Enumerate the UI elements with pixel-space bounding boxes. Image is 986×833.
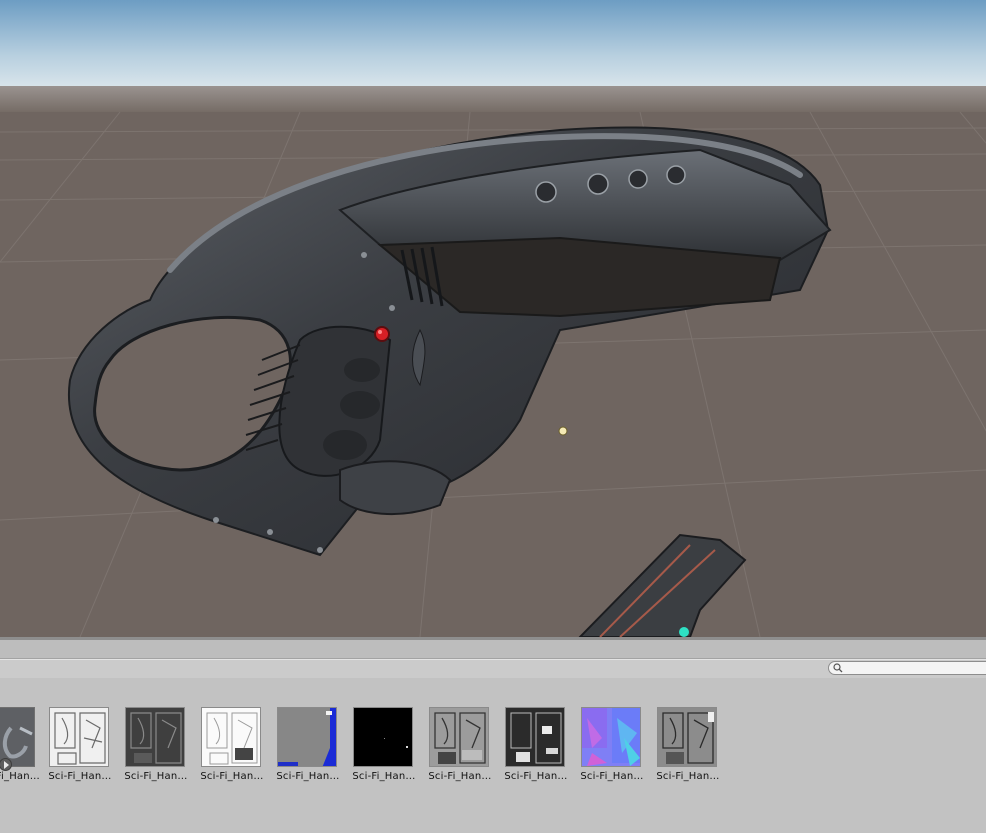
asset-name: Sci-Fi_Han…	[276, 771, 340, 782]
search-input[interactable]	[845, 662, 985, 674]
asset-name: Sci-Fi_Han…	[200, 771, 264, 782]
asset-item[interactable]: Sci-Fi_Han…	[44, 707, 114, 789]
horizon-band	[0, 86, 986, 116]
asset-item[interactable]: Sci-Fi_Han…	[576, 707, 646, 789]
light-texture-thumbnail	[201, 707, 261, 767]
black-texture-thumbnail	[353, 707, 413, 767]
asset-grid: Sci-Fi_Han… Sci-Fi_Han…	[0, 678, 986, 833]
asset-name: Sci-Fi_Han…	[504, 771, 568, 782]
asset-item[interactable]: Sci-Fi_Han…	[652, 707, 722, 789]
dark-texture-thumbnail	[125, 707, 185, 767]
dark-detail-texture-thumbnail	[505, 707, 565, 767]
gray-texture-thumbnail	[277, 707, 337, 767]
asset-item[interactable]: Sci-Fi_Han…	[272, 707, 342, 789]
asset-name: Sci-Fi_Han…	[124, 771, 188, 782]
asset-name: Sci-Fi_Han…	[428, 771, 492, 782]
asset-name: Sci-Fi_Han…	[656, 771, 720, 782]
scene-view[interactable]	[0, 0, 986, 637]
expand-arrow-icon[interactable]	[0, 758, 12, 771]
white-texture-thumbnail	[49, 707, 109, 767]
gray-detail-texture-thumbnail	[429, 707, 489, 767]
sky	[0, 0, 986, 100]
asset-item[interactable]: Sci-Fi_Han…	[500, 707, 570, 789]
light-gizmo-icon[interactable]	[558, 426, 568, 436]
scene-canvas[interactable]	[0, 0, 986, 637]
asset-name: Sci-Fi_Han…	[352, 771, 416, 782]
asset-item[interactable]: Sci-Fi_Han…	[120, 707, 190, 789]
search-icon	[833, 663, 843, 673]
asset-item[interactable]: Sci-Fi_Han…	[0, 707, 40, 789]
asset-name: Sci-Fi_Han…	[580, 771, 644, 782]
asset-item[interactable]: Sci-Fi_Han…	[424, 707, 494, 789]
normal-map-thumbnail	[581, 707, 641, 767]
project-window-toolbar	[0, 659, 986, 679]
asset-item[interactable]: Sci-Fi_Han…	[348, 707, 418, 789]
asset-item[interactable]: Sci-Fi_Han…	[196, 707, 266, 789]
asset-name: Sci-Fi_Han…	[48, 771, 112, 782]
project-window-tab-bar	[0, 640, 986, 659]
search-field[interactable]	[828, 661, 986, 675]
asset-name: Sci-Fi_Han…	[0, 771, 40, 782]
grayscale-texture-thumbnail	[657, 707, 717, 767]
red-indicator-light	[374, 326, 390, 342]
